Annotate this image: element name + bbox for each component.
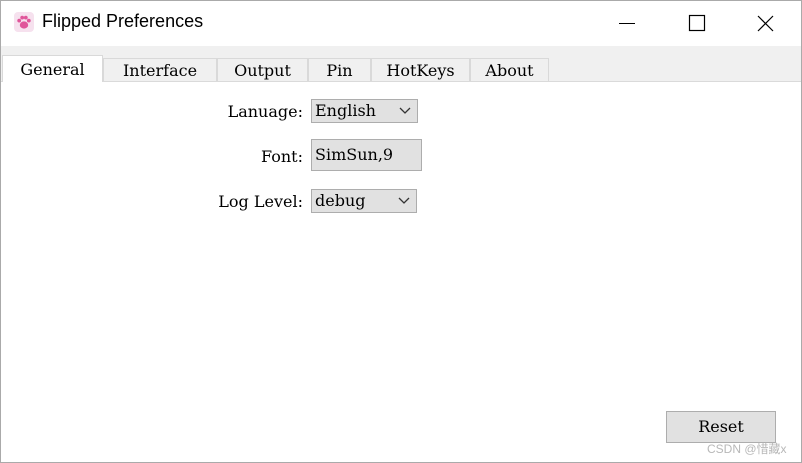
window-title: Flipped Preferences <box>42 11 204 31</box>
minimize-icon <box>619 23 635 24</box>
language-label: Lanuage: <box>227 102 303 121</box>
language-value: English <box>315 101 376 120</box>
language-select[interactable]: English <box>311 99 418 123</box>
preferences-window: Flipped Preferences General Interface Ou… <box>0 0 802 463</box>
log-level-label: Log Level: <box>218 192 303 211</box>
close-button[interactable] <box>742 1 788 45</box>
tab-general[interactable]: General <box>2 55 103 82</box>
font-picker-button[interactable]: SimSun,9 <box>311 139 422 171</box>
general-panel: Lanuage: English Font: SimSun,9 Log Leve… <box>1 82 801 462</box>
log-level-select[interactable]: debug <box>311 189 417 213</box>
tab-pin[interactable]: Pin <box>308 58 371 81</box>
title-bar[interactable]: Flipped Preferences <box>1 1 801 45</box>
log-level-value: debug <box>315 191 366 210</box>
maximize-button[interactable] <box>673 1 719 45</box>
font-label: Font: <box>261 147 303 166</box>
paw-icon <box>14 12 34 32</box>
tab-about[interactable]: About <box>470 58 549 81</box>
tab-hotkeys[interactable]: HotKeys <box>371 58 470 81</box>
tab-output[interactable]: Output <box>217 58 308 81</box>
chevron-down-icon <box>398 190 410 218</box>
minimize-button[interactable] <box>604 1 650 45</box>
font-value: SimSun,9 <box>315 145 394 164</box>
tab-interface[interactable]: Interface <box>103 58 217 81</box>
maximize-icon <box>688 14 706 32</box>
reset-button[interactable]: Reset <box>666 411 776 443</box>
watermark: CSDN @惜藏x <box>707 442 787 456</box>
tab-bar: General Interface Output Pin HotKeys Abo… <box>1 46 801 82</box>
close-icon <box>757 15 774 32</box>
chevron-down-icon <box>399 100 411 128</box>
